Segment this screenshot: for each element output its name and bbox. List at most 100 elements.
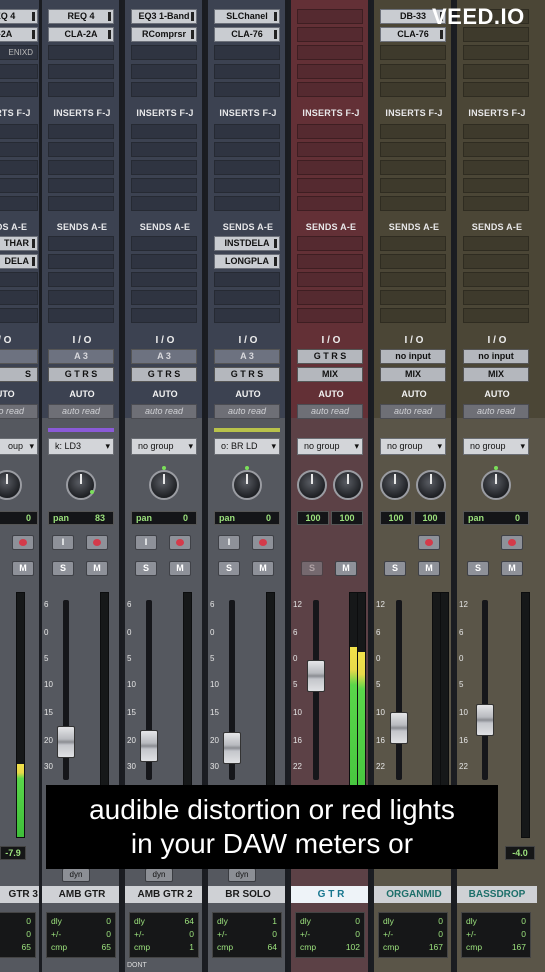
insert-slot-3[interactable] — [131, 45, 197, 60]
pan-value[interactable]: 0 — [0, 511, 38, 525]
group-selector[interactable]: oup — [0, 438, 38, 455]
send-slot-b[interactable] — [463, 254, 529, 269]
output-selector[interactable]: G T R S — [214, 367, 280, 382]
mute-button[interactable]: M — [335, 561, 357, 576]
send-slot-e[interactable] — [214, 308, 280, 323]
send-slot-d[interactable] — [131, 290, 197, 305]
insert-slot-4[interactable] — [131, 64, 197, 79]
insert-slot-j[interactable] — [297, 196, 363, 211]
insert-slot-g[interactable] — [297, 142, 363, 157]
insert-slot-h[interactable] — [297, 160, 363, 175]
group-selector[interactable]: no group — [463, 438, 529, 455]
volume-fader[interactable] — [390, 712, 408, 744]
insert-slot-5[interactable] — [131, 82, 197, 97]
input-selector[interactable] — [0, 349, 38, 364]
input-selector[interactable]: no input — [463, 349, 529, 364]
insert-slot-4[interactable] — [48, 64, 114, 79]
automation-mode-selector[interactable]: auto read — [297, 404, 363, 419]
pan-left-value[interactable]: 100 — [380, 511, 412, 525]
dyn-button[interactable]: dyn — [62, 868, 90, 882]
automation-mode-selector[interactable]: auto read — [214, 404, 280, 419]
insert-slot-5[interactable] — [297, 82, 363, 97]
dyn-button[interactable]: dyn — [145, 868, 173, 882]
output-selector[interactable]: G T R S — [131, 367, 197, 382]
track-name[interactable]: AMB GTR 2 — [125, 886, 202, 903]
insert-slot-f[interactable] — [0, 124, 38, 139]
send-slot-c[interactable] — [380, 272, 446, 287]
track-name[interactable]: G T R — [291, 886, 368, 903]
insert-slot-2[interactable]: CLA-2A — [48, 27, 114, 42]
output-selector[interactable]: MIX — [297, 367, 363, 382]
send-slot-d[interactable] — [0, 290, 38, 305]
insert-slot-f[interactable] — [380, 124, 446, 139]
insert-slot-h[interactable] — [0, 160, 38, 175]
send-slot-c[interactable] — [297, 272, 363, 287]
insert-slot-f[interactable] — [48, 124, 114, 139]
insert-slot-f[interactable] — [297, 124, 363, 139]
output-selector[interactable]: G T R S — [48, 367, 114, 382]
insert-slot-h[interactable] — [131, 160, 197, 175]
send-slot-b[interactable]: DELA — [0, 254, 38, 269]
pan-knob[interactable] — [232, 470, 262, 500]
pan-knob[interactable] — [149, 470, 179, 500]
send-slot-c[interactable] — [48, 272, 114, 287]
input-selector[interactable]: A 3 — [131, 349, 197, 364]
input-selector[interactable]: A 3 — [214, 349, 280, 364]
send-slot-b[interactable] — [297, 254, 363, 269]
insert-slot-3[interactable] — [463, 45, 529, 60]
volume-fader[interactable] — [140, 730, 158, 762]
insert-slot-3[interactable] — [48, 45, 114, 60]
insert-slot-j[interactable] — [214, 196, 280, 211]
pan-left-knob[interactable] — [297, 470, 327, 500]
send-slot-a[interactable] — [297, 236, 363, 251]
track-name[interactable]: BR SOLO — [208, 886, 285, 903]
send-slot-e[interactable] — [0, 308, 38, 323]
send-slot-c[interactable] — [214, 272, 280, 287]
input-selector[interactable]: A 3 — [48, 349, 114, 364]
send-slot-a[interactable] — [48, 236, 114, 251]
output-selector[interactable]: MIX — [380, 367, 446, 382]
send-slot-d[interactable] — [48, 290, 114, 305]
pan-value-field[interactable]: pan 0 — [131, 511, 197, 525]
pan-right-knob[interactable] — [416, 470, 446, 500]
record-button[interactable] — [169, 535, 191, 550]
volume-readout[interactable]: -7.9 — [0, 846, 26, 860]
send-slot-e[interactable] — [380, 308, 446, 323]
insert-slot-i[interactable] — [297, 178, 363, 193]
insert-slot-1[interactable]: EQ3 1-Band — [131, 9, 197, 24]
automation-mode-selector[interactable]: auto read — [463, 404, 529, 419]
insert-slot-4[interactable] — [0, 64, 38, 79]
send-slot-c[interactable] — [0, 272, 38, 287]
input-monitor-button[interactable]: I — [52, 535, 74, 550]
send-slot-e[interactable] — [131, 308, 197, 323]
insert-slot-h[interactable] — [380, 160, 446, 175]
track-name[interactable]: AMB GTR — [42, 886, 119, 903]
insert-slot-f[interactable] — [214, 124, 280, 139]
insert-slot-g[interactable] — [214, 142, 280, 157]
volume-fader[interactable] — [307, 660, 325, 692]
send-slot-b[interactable] — [131, 254, 197, 269]
insert-slot-2[interactable]: -2A — [0, 27, 38, 42]
insert-slot-g[interactable] — [48, 142, 114, 157]
volume-fader[interactable] — [476, 704, 494, 736]
solo-button[interactable]: S — [301, 561, 323, 576]
insert-slot-1[interactable]: EQ 4 — [0, 9, 38, 24]
insert-slot-h[interactable] — [48, 160, 114, 175]
send-slot-c[interactable] — [463, 272, 529, 287]
input-selector[interactable]: no input — [380, 349, 446, 364]
send-slot-d[interactable] — [463, 290, 529, 305]
insert-slot-h[interactable] — [214, 160, 280, 175]
insert-slot-i[interactable] — [214, 178, 280, 193]
send-slot-b[interactable]: LONGPLA — [214, 254, 280, 269]
record-button[interactable] — [501, 535, 523, 550]
mute-button[interactable]: M — [86, 561, 108, 576]
automation-mode-selector[interactable]: auto read — [380, 404, 446, 419]
insert-slot-3[interactable] — [297, 45, 363, 60]
send-slot-d[interactable] — [214, 290, 280, 305]
send-slot-b[interactable] — [380, 254, 446, 269]
insert-slot-4[interactable] — [463, 64, 529, 79]
insert-slot-i[interactable] — [380, 178, 446, 193]
send-slot-c[interactable] — [131, 272, 197, 287]
insert-slot-3[interactable] — [380, 45, 446, 60]
mute-button[interactable]: M — [252, 561, 274, 576]
